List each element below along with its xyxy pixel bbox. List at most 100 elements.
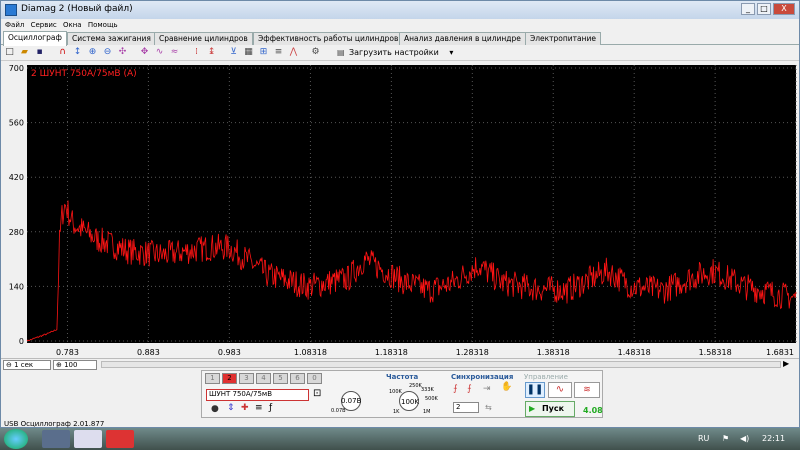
lines-icon[interactable]: ≡ [255, 403, 263, 413]
channel-button-0[interactable]: 0 [307, 373, 322, 384]
language-indicator[interactable]: RU [698, 434, 709, 443]
tab-power[interactable]: Электропитание [525, 32, 602, 45]
tab-ignition[interactable]: Система зажигания [67, 32, 156, 45]
taskbar-diamag-icon[interactable] [74, 430, 102, 448]
x-tick-label: 1.38318 [537, 348, 570, 357]
x-tick-label: 1.28318 [456, 348, 489, 357]
title-bar: Diamag 2 (Новый файл) _ □ X [1, 1, 799, 19]
sync-channel-select[interactable]: 2 [453, 402, 479, 413]
x-tick-label: 1.48318 [618, 348, 651, 357]
freq-label-500k: 500K [425, 396, 438, 402]
open-icon[interactable]: ▰ [19, 47, 30, 58]
signal-icon[interactable]: ≈ [169, 47, 180, 58]
sync-title: Синхронизация [451, 373, 514, 381]
channel-button-4[interactable]: 4 [256, 373, 271, 384]
freq-label-100k: 100K [389, 389, 402, 395]
clock[interactable]: 22:11 [762, 434, 785, 443]
menu-service[interactable]: Сервис [31, 19, 57, 31]
filter-icon[interactable]: ⊻ [228, 47, 239, 58]
auto-sync-icon[interactable]: ✋ [501, 382, 512, 392]
tab-pressure-analysis[interactable]: Анализ давления в цилиндре [399, 32, 526, 45]
freq-label-250k: 250K [409, 383, 422, 389]
measure-icon[interactable]: ↨ [206, 47, 217, 58]
y-tick-label: 140 [9, 282, 24, 291]
scale-select[interactable]: ⊕ 100 [53, 360, 97, 370]
invert-icon[interactable]: ⇕ [227, 403, 235, 413]
menu-windows[interactable]: Окна [63, 19, 82, 31]
maximize-button[interactable]: □ [757, 3, 771, 15]
minimize-button[interactable]: _ [741, 3, 755, 15]
settings-icon[interactable]: ⚙ [310, 47, 321, 58]
x-tick-label: 0.783 [56, 348, 79, 357]
frequency-value: 100K [401, 398, 419, 406]
record-icon[interactable]: ∩ [57, 47, 68, 58]
tab-cylinder-compare[interactable]: Сравнение цилиндров [154, 32, 253, 45]
channel-button-6[interactable]: 6 [290, 373, 305, 384]
tab-oscilloscope[interactable]: Осциллограф [3, 31, 67, 46]
trigger-icon[interactable]: ↕ [72, 47, 83, 58]
y-tick-label: 420 [9, 173, 24, 182]
function-icon[interactable]: ƒ [269, 403, 272, 413]
load-settings-button[interactable]: ▤ Загрузить настройки ▾ [335, 46, 453, 60]
y-tick-label: 280 [9, 228, 24, 237]
control-title: Управление [524, 373, 568, 381]
cursor-icon[interactable]: ✣ [117, 47, 128, 58]
offset-icon[interactable]: ✚ [241, 403, 249, 413]
freq-label-1m: 1M [423, 409, 431, 415]
taskbar-browser-icon[interactable] [106, 430, 134, 448]
markers-icon[interactable]: ⁞ [191, 47, 202, 58]
channel-button-3[interactable]: 3 [239, 373, 254, 384]
falling-edge-icon[interactable]: ⨍ [467, 384, 472, 394]
zoom-out-icon[interactable]: ⊖ [102, 47, 113, 58]
chart-icon[interactable]: ⋀ [288, 47, 299, 58]
channel-button-2[interactable]: 2 [222, 373, 237, 384]
wave-icon[interactable]: ∿ [154, 47, 165, 58]
save-icon[interactable]: ▪ [34, 47, 45, 58]
scroll-row: ⊖ 1 сек ⊕ 100 ▶ [1, 358, 799, 370]
timebase-select[interactable]: ⊖ 1 сек [3, 360, 51, 370]
y-tick-label: 0 [19, 337, 24, 346]
x-tick-label: 1.58318 [699, 348, 732, 357]
close-button[interactable]: X [773, 3, 795, 15]
grid-icon[interactable]: ⊞ [258, 47, 269, 58]
volt-min-label: 0.07В [331, 408, 346, 414]
probe-icon[interactable]: ⊡ [313, 388, 321, 399]
start-menu-icon[interactable] [4, 429, 28, 449]
scroll-right-icon[interactable]: ▶ [783, 359, 789, 368]
tray-flag-icon[interactable]: ⚑ [722, 434, 729, 443]
sync-arrows-icon[interactable]: ⇆ [485, 403, 492, 412]
volt-value: 0.07В [341, 397, 362, 405]
menu-help[interactable]: Помощь [88, 19, 118, 31]
oscilloscope-plot[interactable]: 700 560 420 280 140 0 0.783 0.883 0.983 1.08318 1… [1, 63, 799, 359]
horizontal-scrollbar[interactable] [101, 361, 781, 368]
multi-wave-button[interactable]: ≋ [574, 382, 600, 398]
eye-icon[interactable]: ● [211, 404, 219, 414]
menu-file[interactable]: Файл [5, 19, 24, 31]
taskbar: RU ⚑ ◀) 22:11 [0, 428, 800, 450]
timebase-value: 1 сек [14, 361, 34, 369]
counter-value: 4.08 [583, 406, 603, 415]
plot-area [27, 65, 796, 343]
single-wave-button[interactable]: ∿ [548, 382, 572, 398]
pause-button[interactable]: ❚❚ [525, 382, 545, 398]
table-icon[interactable]: ▦ [243, 47, 254, 58]
taskbar-media-icon[interactable] [42, 430, 70, 448]
zoom-icon[interactable]: ⊕ [87, 47, 98, 58]
list-icon[interactable]: ≡ [273, 47, 284, 58]
y-tick-label: 700 [9, 64, 24, 73]
toolbar: □ ▰ ▪ ∩ ↕ ⊕ ⊖ ✣ ✥ ∿ ≈ ⁞ ↨ ⊻ ▦ ⊞ ≡ ⋀ ⚙ ▤ … [1, 45, 799, 61]
tray-volume-icon[interactable]: ◀) [740, 434, 749, 443]
channel-name-field[interactable]: ШУНТ 750А/75мВ [206, 389, 309, 401]
play-icon: ▶ [529, 404, 536, 413]
rising-edge-icon[interactable]: ⨍ [453, 384, 458, 394]
x-tick-label: 0.883 [137, 348, 160, 357]
sync-mode-icon[interactable]: ⇥ [483, 384, 491, 394]
start-button[interactable]: ▶ Пуск [525, 401, 575, 417]
move-icon[interactable]: ✥ [139, 47, 150, 58]
x-tick-label: 1.18318 [375, 348, 408, 357]
channel-button-1[interactable]: 1 [205, 373, 220, 384]
channel-button-5[interactable]: 5 [273, 373, 288, 384]
new-icon[interactable]: □ [4, 47, 15, 58]
tab-cylinder-efficiency[interactable]: Эффективность работы цилиндров [253, 32, 404, 45]
menu-bar: Файл Сервис Окна Помощь [1, 19, 799, 31]
